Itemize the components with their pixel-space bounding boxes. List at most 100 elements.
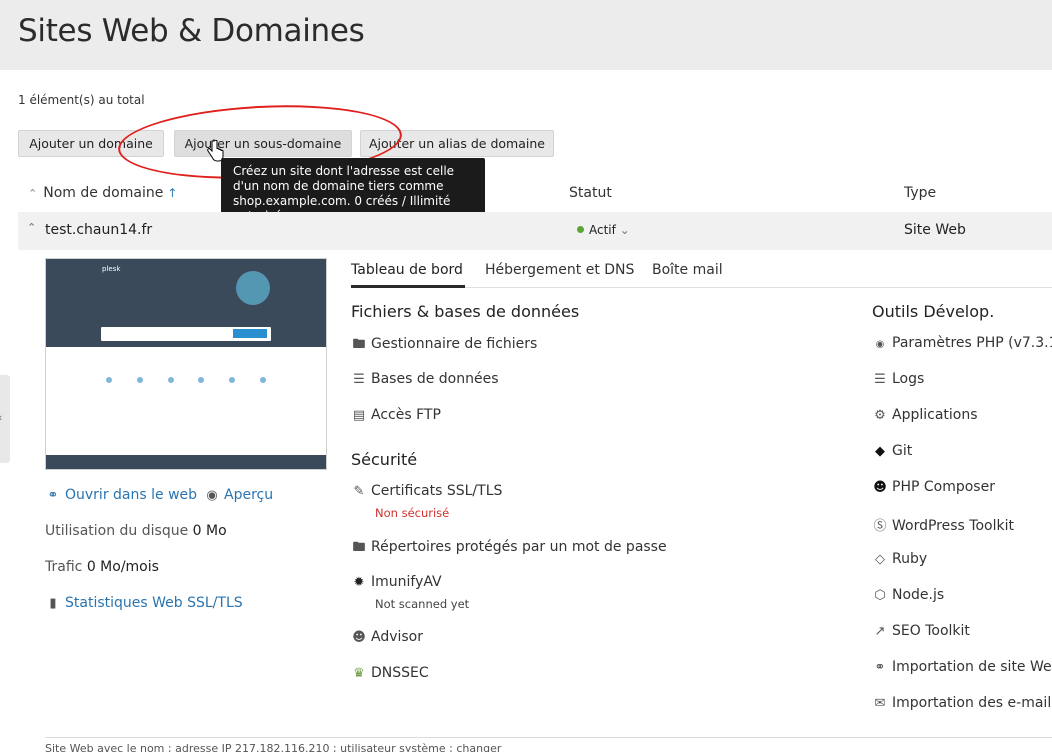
git-icon: ◆ [875,444,885,459]
web-stats-link[interactable]: ▮ Statistiques Web SSL/TLS [45,595,243,611]
folder-icon: 🖿 [352,337,366,352]
thumbnail-illustration [236,271,270,305]
preview-label: Aperçu [224,487,274,503]
column-header-type[interactable]: Type [904,185,936,201]
wordpress-toolkit-label: WordPress Toolkit [892,518,1014,534]
dnssec-icon: ♛ [353,666,365,681]
envelope-icon: ✉ [874,696,886,711]
git-label: Git [892,443,913,459]
protected-directories-link[interactable]: 🖿 Répertoires protégés par un mot de pass… [351,538,667,560]
tab-dashboard[interactable]: Tableau de bord [351,262,463,278]
php-icon: ◉ [875,339,885,350]
applications-link[interactable]: ⚙ Applications [872,407,978,423]
databases-link[interactable]: ☰ Bases de données [351,371,499,387]
add-domain-button[interactable]: Ajouter un domaine [18,130,164,157]
expand-all-icon[interactable]: ⌃ [28,187,37,200]
site-thumbnail[interactable]: plesk [45,258,327,470]
thumbnail-icons-row [106,377,266,385]
imunifyav-label: ImunifyAV [371,574,442,590]
eye-icon: ◉ [206,488,218,503]
website-import-link[interactable]: ⚭ Importation de site Web [872,659,1052,675]
php-composer-label: PHP Composer [892,479,995,495]
open-in-web-link[interactable]: ⚭ Ouvrir dans le web [45,487,197,503]
status-label: Actif [589,223,616,237]
tab-mail[interactable]: Boîte mail [652,262,723,278]
dnssec-label: DNSSEC [371,665,429,681]
files-section-title: Fichiers & bases de données [351,302,580,321]
dnssec-link[interactable]: ♛ DNSSEC [351,665,429,681]
globe-icon: ⚭ [47,488,59,503]
thumbnail-button [233,329,267,338]
globe-import-icon: ⚭ [874,660,886,675]
side-panel-toggle[interactable]: ‹ [0,375,10,463]
add-subdomain-button[interactable]: Ajouter un sous-domaine [174,130,352,157]
php-composer-link[interactable]: ☻ PHP Composer [872,479,995,495]
sort-ascending-icon: ↑ [167,186,178,200]
status-dropdown[interactable]: Actif ⌄ [577,223,630,237]
web-stats-label: Statistiques Web SSL/TLS [65,595,243,611]
add-domain-alias-button[interactable]: Ajouter un alias de domaine [360,130,554,157]
footer-text: Site Web avec le nom ; adresse IP 217.18… [45,742,502,752]
tab-hosting-dns[interactable]: Hébergement et DNS [485,262,634,278]
advisor-link[interactable]: ☻ Advisor [351,629,423,645]
databases-label: Bases de données [371,371,499,387]
column-label-domain: Nom de domaine [43,185,164,201]
email-import-link[interactable]: ✉ Importation des e-mails [872,695,1052,711]
status-dot-icon [577,226,584,233]
ssl-certificates-link[interactable]: ✎ Certificats SSL/TLS [351,483,503,499]
open-in-web-label: Ouvrir dans le web [65,487,198,503]
website-import-label: Importation de site Web [892,659,1052,675]
ftp-access-link[interactable]: ▤ Accès FTP [351,407,441,423]
git-link[interactable]: ◆ Git [872,443,912,459]
bar-chart-icon: ▮ [49,596,57,611]
certificate-icon: ✎ [353,484,365,499]
protected-directories-label: Répertoires protégés par un mot de passe [371,539,667,555]
ruby-label: Ruby [892,551,928,567]
page-title: Sites Web & Domaines [18,13,365,49]
php-settings-link[interactable]: ◉ Paramètres PHP (v7.3.16 [872,335,1052,351]
seo-toolkit-link[interactable]: ↗ SEO Toolkit [872,623,970,639]
nodejs-link[interactable]: ⬡ Node.js [872,587,944,603]
page-header: Sites Web & Domaines [0,0,1052,70]
php-settings-label: Paramètres PHP (v7.3.16 [892,335,1052,351]
ftp-icon: ▤ [352,408,366,423]
collapse-icon[interactable]: ⌃ [27,221,36,234]
file-manager-link[interactable]: 🖿 Gestionnaire de fichiers [351,335,537,357]
thumbnail-brand: plesk [102,265,121,273]
logs-label: Logs [892,371,925,387]
seo-chart-icon: ↗ [874,624,886,639]
disk-usage-label: Utilisation du disque [45,523,189,539]
footer-divider [45,737,1052,738]
database-icon: ☰ [353,372,365,387]
ssl-status: Non sécurisé [375,506,450,520]
dev-tools-title: Outils Dévelop. [872,302,995,321]
traffic-label: Trafic [45,559,83,575]
gear-icon: ⚙ [874,408,886,423]
nodejs-label: Node.js [892,587,945,603]
column-header-domain[interactable]: ⌃ Nom de domaine ↑ [28,185,177,201]
list-icon: ☰ [874,372,886,387]
table-row: ⌃ test.chaun14.fr Actif ⌄ Site Web [18,212,1052,250]
email-import-label: Importation des e-mails [892,695,1052,711]
logs-link[interactable]: ☰ Logs [872,371,924,387]
disk-usage: Utilisation du disque 0 Mo [45,523,227,539]
ruby-icon: ◇ [875,552,885,567]
wordpress-toolkit-link[interactable]: Ⓢ WordPress Toolkit [872,515,1014,534]
imunifyav-link[interactable]: ✹ ImunifyAV [351,574,442,590]
advisor-icon: ☻ [352,630,366,645]
preview-link[interactable]: ◉ Aperçu [204,487,273,503]
chevron-down-icon: ⌄ [619,223,630,237]
ruby-link[interactable]: ◇ Ruby [872,551,927,567]
applications-label: Applications [892,407,978,423]
column-header-status[interactable]: Statut [569,185,612,201]
chevron-left-icon: ‹ [0,411,2,424]
nodejs-icon: ⬡ [874,588,886,603]
protected-folder-icon: 🖿 [352,540,366,555]
gear-shield-icon: ✹ [353,575,365,590]
file-manager-label: Gestionnaire de fichiers [371,336,538,352]
disk-usage-value: 0 Mo [192,523,227,539]
advisor-label: Advisor [371,629,424,645]
site-type: Site Web [904,222,966,238]
domain-name[interactable]: test.chaun14.fr [45,222,152,238]
imunifyav-status: Not scanned yet [375,597,470,611]
